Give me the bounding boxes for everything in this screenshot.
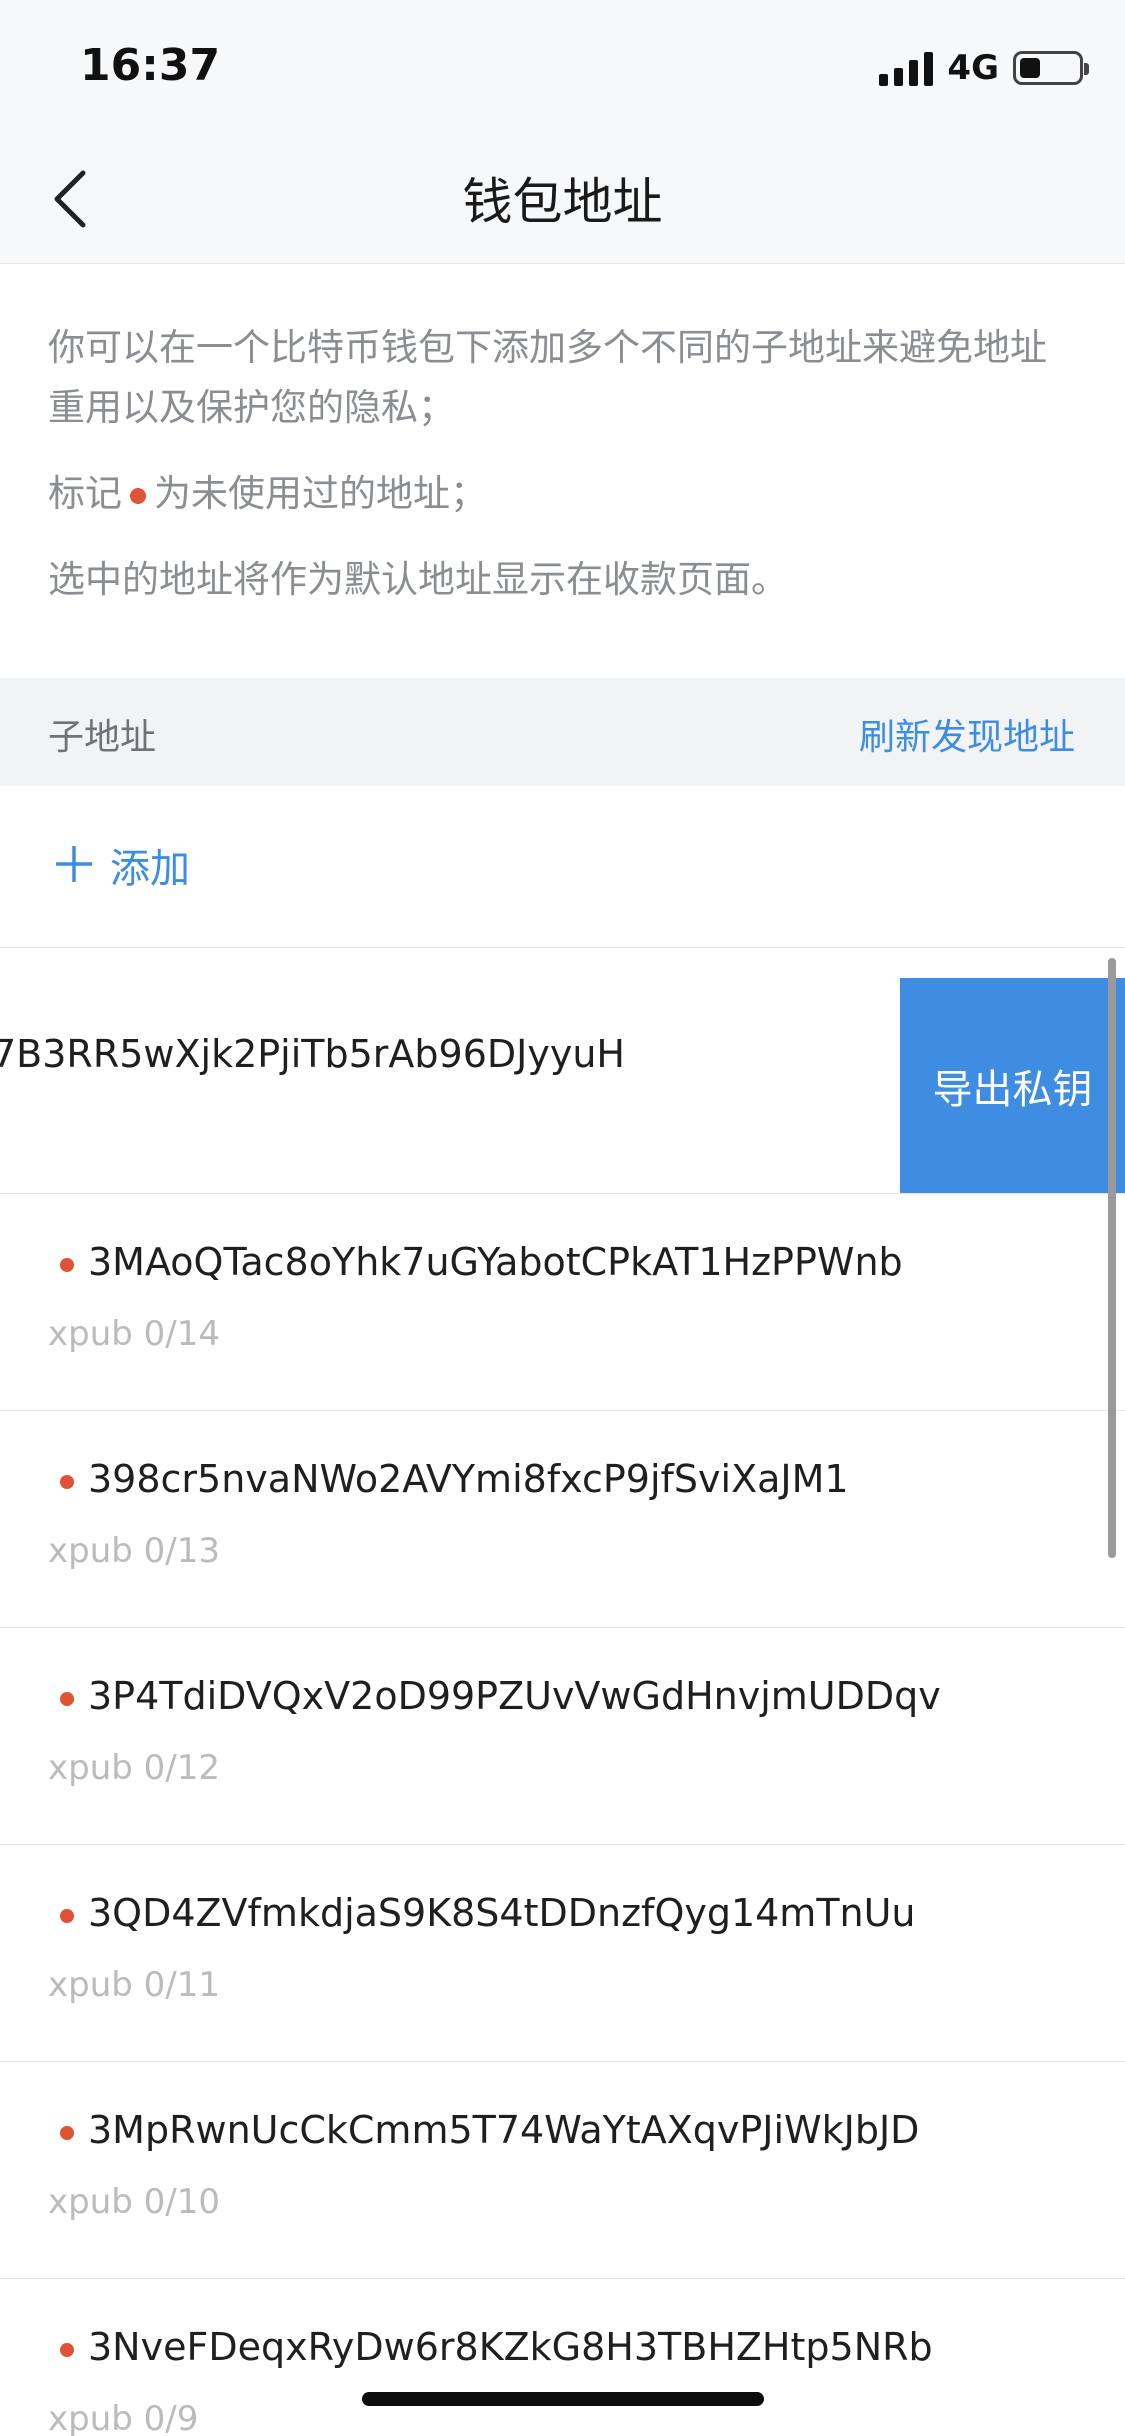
plus-icon xyxy=(52,842,96,886)
derivation-path: xpub 0/14 xyxy=(48,1314,220,1354)
home-indicator[interactable] xyxy=(362,2392,764,2406)
intro-line-2-before: 标记 xyxy=(48,472,122,515)
address-text: 3QD4ZVfmkdjaS9K8S4tDDnzfQyg14mTnUu xyxy=(88,1891,916,1935)
export-private-key-button[interactable]: 导出私钥 xyxy=(900,978,1125,1193)
address-text: 3MAoQTac8oYhk7uGYabotCPkAT1HzPPWnb xyxy=(88,1240,903,1284)
unused-dot-icon xyxy=(60,2343,74,2357)
network-type: 4G xyxy=(947,48,999,88)
address-row[interactable]: 3MpRwnUcCkCmm5T74WaYtAXqvPJiWkJbJD xpub … xyxy=(0,2062,1125,2279)
unused-dot-icon xyxy=(60,1909,74,1923)
refresh-discover-button[interactable]: 刷新发现地址 xyxy=(859,708,1075,760)
address-row[interactable]: 398cr5nvaNWo2AVYmi8fxcP9jfSviXaJM1 xpub … xyxy=(0,1411,1125,1628)
unused-dot-icon xyxy=(60,1692,74,1706)
unused-dot-icon xyxy=(130,487,146,504)
section-title: 子地址 xyxy=(48,717,157,758)
signal-icon xyxy=(879,50,934,86)
intro-line-1: 你可以在一个比特币钱包下添加多个不同的子地址来避免地址重用以及保护您的隐私； xyxy=(48,326,1047,429)
status-time: 16:37 xyxy=(80,40,221,91)
section-header: 子地址 刷新发现地址 xyxy=(0,678,1125,786)
unused-dot-icon xyxy=(60,1258,74,1272)
intro-line-2: 标记 为未使用过的地址； xyxy=(48,464,1068,524)
derivation-path: xpub 0/11 xyxy=(48,1965,220,2005)
intro-description: 你可以在一个比特币钱包下添加多个不同的子地址来避免地址重用以及保护您的隐私； 标… xyxy=(48,318,1068,636)
battery-level xyxy=(1020,58,1040,78)
unused-dot-icon xyxy=(60,2126,74,2140)
intro-line-3: 选中的地址将作为默认地址显示在收款页面。 xyxy=(48,558,788,601)
add-label: 添加 xyxy=(110,846,190,892)
status-bar: 16:37 4G xyxy=(0,0,1125,132)
intro-line-2-after: 为未使用过的地址； xyxy=(154,472,487,515)
nav-bar: 钱包地址 xyxy=(0,132,1125,264)
unused-dot-icon xyxy=(60,1475,74,1489)
address-row[interactable]: 3QD4ZVfmkdjaS9K8S4tDDnzfQyg14mTnUu xpub … xyxy=(0,1845,1125,2062)
scrollbar[interactable] xyxy=(1108,958,1116,1558)
address-text: 398cr5nvaNWo2AVYmi8fxcP9jfSviXaJM1 xyxy=(88,1457,849,1501)
address-text: 7B3RR5wXjk2PjiTb5rAb96DJyyuH xyxy=(0,1032,625,1076)
address-text: 3NveFDeqxRyDw6r8KZkG8H3TBHZHtp5NRb xyxy=(88,2325,933,2369)
address-row-swiped[interactable]: 7B3RR5wXjk2PjiTb5rAb96DJyyuH 导出私钥 xyxy=(0,948,1125,1194)
address-row[interactable]: 3P4TdiDVQxV2oD99PZUvVwGdHnvjmUDDqv xpub … xyxy=(0,1628,1125,1845)
address-row[interactable]: 3MAoQTac8oYhk7uGYabotCPkAT1HzPPWnb xpub … xyxy=(0,1194,1125,1411)
battery-icon xyxy=(1013,51,1089,85)
derivation-path: xpub 0/9 xyxy=(48,2399,199,2436)
address-row[interactable]: 3NveFDeqxRyDw6r8KZkG8H3TBHZHtp5NRb xpub … xyxy=(0,2279,1125,2436)
derivation-path: xpub 0/13 xyxy=(48,1531,220,1571)
address-text: 3P4TdiDVQxV2oD99PZUvVwGdHnvjmUDDqv xyxy=(88,1674,941,1718)
status-indicators: 4G xyxy=(879,44,1089,92)
derivation-path: xpub 0/12 xyxy=(48,1748,220,1788)
page-title: 钱包地址 xyxy=(462,173,663,231)
add-address-button[interactable]: 添加 xyxy=(0,786,1125,948)
address-text: 3MpRwnUcCkCmm5T74WaYtAXqvPJiWkJbJD xyxy=(88,2108,920,2152)
derivation-path: xpub 0/10 xyxy=(48,2182,220,2222)
address-list: 7B3RR5wXjk2PjiTb5rAb96DJyyuH 导出私钥 3MAoQT… xyxy=(0,948,1125,2436)
